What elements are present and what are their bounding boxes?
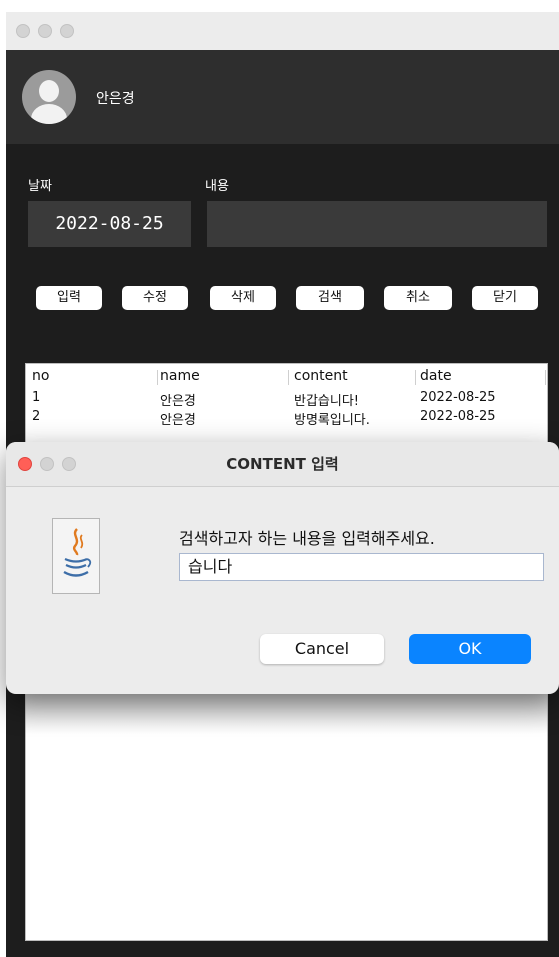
column-header-name[interactable]: name (160, 368, 200, 384)
table-row-2-name[interactable]: 안은경 (160, 409, 196, 428)
table-row-2-no[interactable]: 2 (32, 409, 40, 424)
zoom-window-button[interactable] (60, 24, 74, 38)
table-row-1-no[interactable]: 1 (32, 390, 40, 405)
dialog-shadow (26, 694, 547, 734)
dialog-prompt: 검색하고자 하는 내용을 입력해주세요. (179, 529, 435, 548)
close-window-button[interactable] (16, 24, 30, 38)
content-field[interactable] (207, 201, 547, 247)
minimize-window-button[interactable] (38, 24, 52, 38)
search-input[interactable]: 습니다 (179, 553, 544, 581)
table-row-2-date[interactable]: 2022-08-25 (420, 409, 496, 424)
java-icon (52, 518, 100, 594)
close-button[interactable]: 닫기 (472, 286, 538, 310)
column-header-content[interactable]: content (294, 368, 348, 384)
content-input-dialog: CONTENT 입력 검색하고자 하는 내용을 입력해주세요. 습니다 Canc… (6, 442, 559, 694)
search-button[interactable]: 검색 (296, 286, 364, 310)
table-row-1-name[interactable]: 안은경 (160, 390, 196, 409)
table-row-1-date[interactable]: 2022-08-25 (420, 390, 496, 405)
dialog-cancel-button[interactable]: Cancel (260, 634, 384, 664)
table-row-1-content[interactable]: 반갑습니다! (294, 390, 359, 409)
user-header: 안은경 (6, 50, 559, 144)
date-field[interactable]: 2022-08-25 (28, 201, 191, 247)
table-row-2-content[interactable]: 방명록입니다. (294, 409, 370, 428)
update-button[interactable]: 수정 (122, 286, 188, 310)
username-label: 안은경 (96, 91, 135, 107)
delete-button[interactable]: 삭제 (210, 286, 276, 310)
dialog-title: CONTENT 입력 (226, 455, 339, 473)
dialog-ok-button[interactable]: OK (409, 634, 531, 664)
dialog-titlebar: CONTENT 입력 (6, 442, 559, 487)
date-label: 날짜 (28, 179, 52, 194)
column-header-no[interactable]: no (32, 368, 49, 384)
content-label: 내용 (205, 179, 229, 194)
window-titlebar (6, 12, 559, 50)
insert-button[interactable]: 입력 (36, 286, 102, 310)
column-header-date[interactable]: date (420, 368, 452, 384)
cancel-button[interactable]: 취소 (384, 286, 452, 310)
avatar (22, 70, 76, 124)
